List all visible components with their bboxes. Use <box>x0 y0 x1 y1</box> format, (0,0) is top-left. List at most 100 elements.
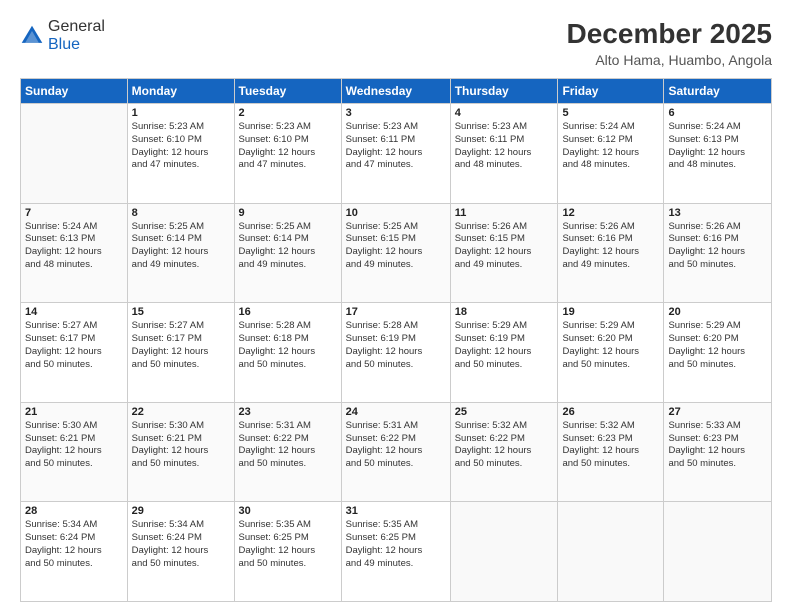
col-thursday: Thursday <box>450 79 558 104</box>
table-cell: 5 Sunrise: 5:24 AMSunset: 6:12 PMDaylight… <box>558 104 664 204</box>
table-cell <box>558 502 664 602</box>
day-number: 16 <box>239 306 337 318</box>
week-row-2: 7 Sunrise: 5:24 AMSunset: 6:13 PMDaylight… <box>21 203 772 303</box>
day-info: Sunrise: 5:23 AMSunset: 6:10 PMDaylight:… <box>239 121 337 172</box>
day-number: 10 <box>346 207 446 219</box>
day-number: 17 <box>346 306 446 318</box>
table-cell: 18 Sunrise: 5:29 AMSunset: 6:19 PMDayligh… <box>450 303 558 403</box>
col-tuesday: Tuesday <box>234 79 341 104</box>
day-number: 14 <box>25 306 123 318</box>
col-wednesday: Wednesday <box>341 79 450 104</box>
table-cell: 12Sunrise: 5:26 AMSunset: 6:16 PMDayligh… <box>558 203 664 303</box>
day-number: 8 <box>132 207 230 219</box>
day-number: 31 <box>346 505 446 517</box>
table-cell: 27 Sunrise: 5:33 AMSunset: 6:23 PMDayligh… <box>664 402 772 502</box>
col-monday: Monday <box>127 79 234 104</box>
table-cell <box>664 502 772 602</box>
day-number: 18 <box>455 306 554 318</box>
table-cell: 3Sunrise: 5:23 AMSunset: 6:11 PMDaylight… <box>341 104 450 204</box>
page-header: General Blue December 2025 Alto Hama, Hu… <box>20 18 772 68</box>
day-number: 25 <box>455 406 554 418</box>
week-row-4: 21 Sunrise: 5:30 AMSunset: 6:21 PMDayligh… <box>21 402 772 502</box>
day-number: 7 <box>25 207 123 219</box>
table-cell: 17 Sunrise: 5:28 AMSunset: 6:19 PMDayligh… <box>341 303 450 403</box>
day-info: Sunrise: 5:25 AMSunset: 6:15 PMDaylight:… <box>346 221 446 272</box>
day-info: Sunrise: 5:27 AMSunset: 6:17 PMDaylight:… <box>25 320 123 371</box>
day-number: 9 <box>239 207 337 219</box>
week-row-3: 14 Sunrise: 5:27 AMSunset: 6:17 PMDayligh… <box>21 303 772 403</box>
table-cell: 6Sunrise: 5:24 AMSunset: 6:13 PMDaylight… <box>664 104 772 204</box>
day-number: 12 <box>562 207 659 219</box>
table-cell: 21 Sunrise: 5:30 AMSunset: 6:21 PMDayligh… <box>21 402 128 502</box>
table-cell <box>450 502 558 602</box>
header-row: Sunday Monday Tuesday Wednesday Thursday… <box>21 79 772 104</box>
day-info: Sunrise: 5:31 AMSunset: 6:22 PMDaylight:… <box>346 420 446 471</box>
logo-blue: Blue <box>48 36 80 53</box>
day-number: 26 <box>562 406 659 418</box>
day-info: Sunrise: 5:25 AMSunset: 6:14 PMDaylight:… <box>239 221 337 272</box>
day-info: Sunrise: 5:30 AMSunset: 6:21 PMDaylight:… <box>25 420 123 471</box>
day-info: Sunrise: 5:24 AMSunset: 6:13 PMDaylight:… <box>25 221 123 272</box>
table-cell: 19 Sunrise: 5:29 AMSunset: 6:20 PMDayligh… <box>558 303 664 403</box>
day-info: Sunrise: 5:33 AMSunset: 6:23 PMDaylight:… <box>668 420 767 471</box>
table-cell: 16 Sunrise: 5:28 AMSunset: 6:18 PMDayligh… <box>234 303 341 403</box>
month-title: December 2025 <box>567 18 772 50</box>
day-number: 30 <box>239 505 337 517</box>
table-cell: 9 Sunrise: 5:25 AMSunset: 6:14 PMDaylight… <box>234 203 341 303</box>
col-sunday: Sunday <box>21 79 128 104</box>
calendar-body: 1 Sunrise: 5:23 AMSunset: 6:10 PMDaylight… <box>21 104 772 602</box>
day-number: 1 <box>132 107 230 119</box>
day-number: 19 <box>562 306 659 318</box>
table-cell: 26 Sunrise: 5:32 AMSunset: 6:23 PMDayligh… <box>558 402 664 502</box>
table-cell: 15 Sunrise: 5:27 AMSunset: 6:17 PMDayligh… <box>127 303 234 403</box>
day-info: Sunrise: 5:28 AMSunset: 6:18 PMDaylight:… <box>239 320 337 371</box>
day-info: Sunrise: 5:31 AMSunset: 6:22 PMDaylight:… <box>239 420 337 471</box>
table-cell: 22Sunrise: 5:30 AMSunset: 6:21 PMDayligh… <box>127 402 234 502</box>
day-info: Sunrise: 5:34 AMSunset: 6:24 PMDaylight:… <box>25 519 123 570</box>
day-number: 15 <box>132 306 230 318</box>
table-cell: 31 Sunrise: 5:35 AMSunset: 6:25 PMDayligh… <box>341 502 450 602</box>
day-info: Sunrise: 5:32 AMSunset: 6:23 PMDaylight:… <box>562 420 659 471</box>
day-info: Sunrise: 5:32 AMSunset: 6:22 PMDaylight:… <box>455 420 554 471</box>
table-cell: 11Sunrise: 5:26 AMSunset: 6:15 PMDayligh… <box>450 203 558 303</box>
day-number: 4 <box>455 107 554 119</box>
table-cell: 1Sunrise: 5:23 AMSunset: 6:10 PMDaylight… <box>127 104 234 204</box>
col-friday: Friday <box>558 79 664 104</box>
day-number: 27 <box>668 406 767 418</box>
day-info: Sunrise: 5:26 AMSunset: 6:15 PMDaylight:… <box>455 221 554 272</box>
day-number: 5 <box>562 107 659 119</box>
table-cell: 8 Sunrise: 5:25 AMSunset: 6:14 PMDaylight… <box>127 203 234 303</box>
table-cell: 13Sunrise: 5:26 AMSunset: 6:16 PMDayligh… <box>664 203 772 303</box>
table-cell: 29 Sunrise: 5:34 AMSunset: 6:24 PMDayligh… <box>127 502 234 602</box>
calendar-header: Sunday Monday Tuesday Wednesday Thursday… <box>21 79 772 104</box>
day-info: Sunrise: 5:24 AMSunset: 6:12 PMDaylight:… <box>562 121 659 172</box>
table-cell: 28 Sunrise: 5:34 AMSunset: 6:24 PMDayligh… <box>21 502 128 602</box>
day-number: 29 <box>132 505 230 517</box>
table-cell: 20Sunrise: 5:29 AMSunset: 6:20 PMDayligh… <box>664 303 772 403</box>
day-info: Sunrise: 5:29 AMSunset: 6:20 PMDaylight:… <box>562 320 659 371</box>
week-row-5: 28 Sunrise: 5:34 AMSunset: 6:24 PMDayligh… <box>21 502 772 602</box>
table-cell: 25 Sunrise: 5:32 AMSunset: 6:22 PMDayligh… <box>450 402 558 502</box>
day-info: Sunrise: 5:25 AMSunset: 6:14 PMDaylight:… <box>132 221 230 272</box>
day-info: Sunrise: 5:23 AMSunset: 6:11 PMDaylight:… <box>346 121 446 172</box>
table-cell: 10 Sunrise: 5:25 AMSunset: 6:15 PMDayligh… <box>341 203 450 303</box>
day-info: Sunrise: 5:27 AMSunset: 6:17 PMDaylight:… <box>132 320 230 371</box>
day-info: Sunrise: 5:29 AMSunset: 6:20 PMDaylight:… <box>668 320 767 371</box>
day-info: Sunrise: 5:29 AMSunset: 6:19 PMDaylight:… <box>455 320 554 371</box>
table-cell: 30Sunrise: 5:35 AMSunset: 6:25 PMDayligh… <box>234 502 341 602</box>
day-number: 2 <box>239 107 337 119</box>
table-cell: 23Sunrise: 5:31 AMSunset: 6:22 PMDayligh… <box>234 402 341 502</box>
day-info: Sunrise: 5:34 AMSunset: 6:24 PMDaylight:… <box>132 519 230 570</box>
day-info: Sunrise: 5:30 AMSunset: 6:21 PMDaylight:… <box>132 420 230 471</box>
logo-icon <box>20 24 44 48</box>
day-info: Sunrise: 5:28 AMSunset: 6:19 PMDaylight:… <box>346 320 446 371</box>
day-number: 21 <box>25 406 123 418</box>
title-block: December 2025 Alto Hama, Huambo, Angola <box>567 18 772 68</box>
day-info: Sunrise: 5:35 AMSunset: 6:25 PMDaylight:… <box>346 519 446 570</box>
logo: General Blue <box>20 18 105 54</box>
day-number: 6 <box>668 107 767 119</box>
week-row-1: 1 Sunrise: 5:23 AMSunset: 6:10 PMDaylight… <box>21 104 772 204</box>
table-cell: 7 Sunrise: 5:24 AMSunset: 6:13 PMDaylight… <box>21 203 128 303</box>
day-number: 28 <box>25 505 123 517</box>
day-number: 24 <box>346 406 446 418</box>
